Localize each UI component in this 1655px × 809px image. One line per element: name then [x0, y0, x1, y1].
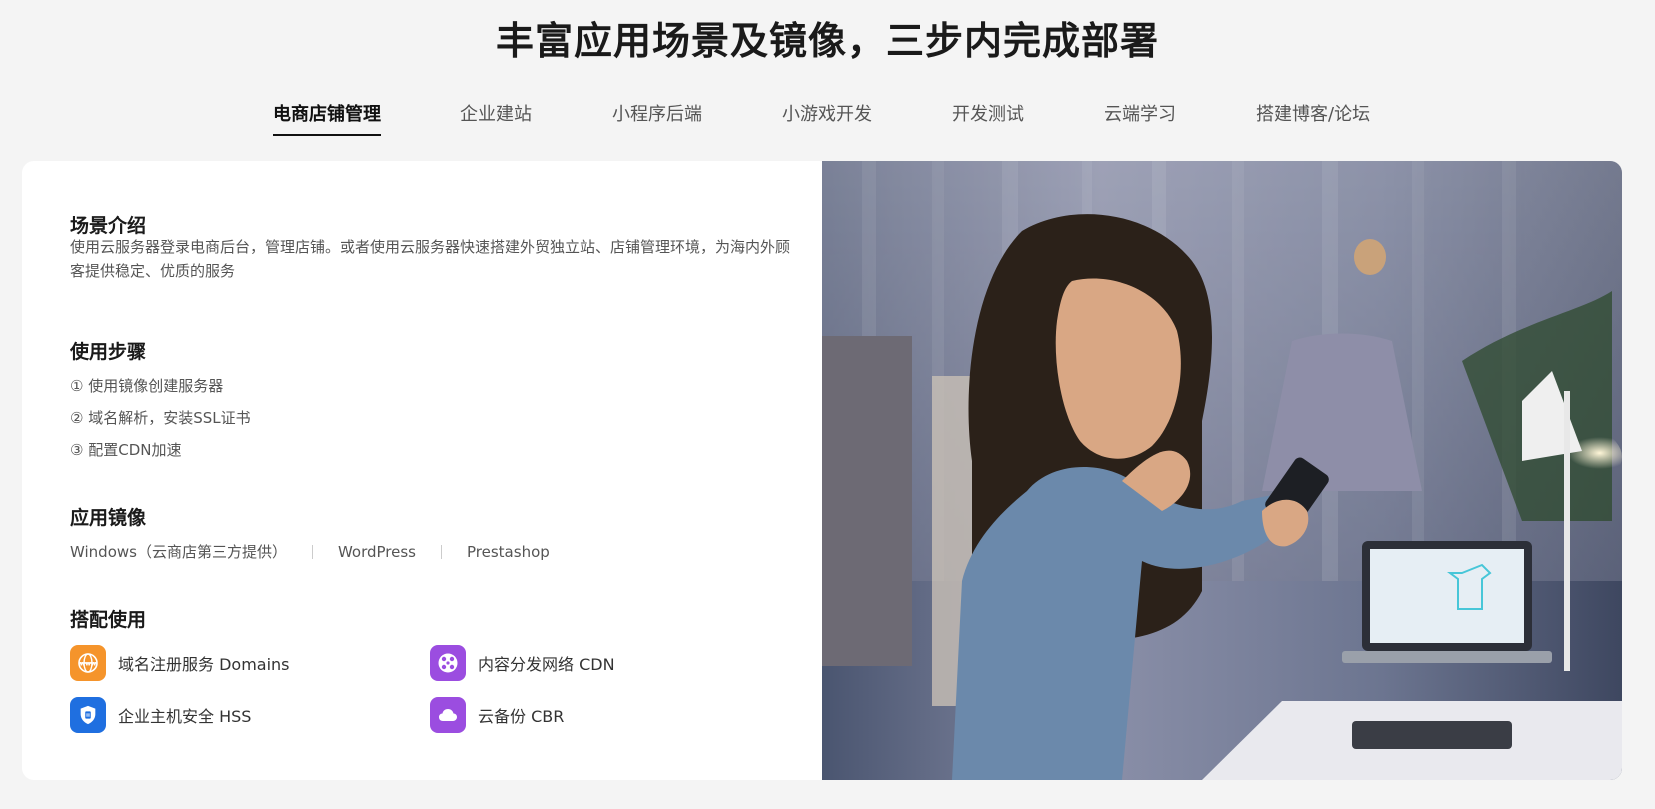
step-1: ① 使用镜像创建服务器	[70, 377, 224, 395]
globe-www-icon: www	[70, 645, 106, 681]
tab-ecommerce[interactable]: 电商店铺管理	[273, 100, 381, 136]
tab-cloud-learning[interactable]: 云端学习	[1104, 100, 1176, 136]
service-hss[interactable]: 企业主机安全 HSS	[70, 696, 251, 734]
tab-minigame-dev[interactable]: 小游戏开发	[782, 100, 872, 136]
combo-heading: 搭配使用	[70, 609, 147, 631]
tab-miniprogram-backend[interactable]: 小程序后端	[612, 100, 702, 136]
scenario-photo	[822, 161, 1622, 780]
scenario-tabs: 电商店铺管理 企业建站 小程序后端 小游戏开发 开发测试 云端学习 搭建博客/论…	[0, 100, 1655, 140]
shield-icon	[70, 697, 106, 733]
tab-dev-test[interactable]: 开发测试	[952, 100, 1024, 136]
service-cdn[interactable]: 内容分发网络 CDN	[430, 644, 615, 682]
cloud-backup-icon	[430, 697, 466, 733]
divider	[311, 545, 313, 559]
service-domains-label: 域名注册服务 Domains	[118, 655, 290, 674]
scenario-card: 场景介绍 使用云服务器登录电商后台，管理店铺。或者使用云服务器快速搭建外贸独立站…	[22, 161, 1622, 780]
tab-enterprise-site[interactable]: 企业建站	[460, 100, 532, 136]
mirror-windows[interactable]: Windows（云商店第三方提供）	[70, 541, 287, 562]
service-hss-label: 企业主机安全 HSS	[118, 707, 252, 726]
cdn-network-icon	[430, 645, 466, 681]
intro-text: 使用云服务器登录电商后台，管理店铺。或者使用云服务器快速搭建外贸独立站、店铺管理…	[70, 238, 791, 280]
service-cdn-label: 内容分发网络 CDN	[478, 655, 615, 674]
mirror-prestashop[interactable]: Prestashop	[467, 543, 550, 561]
svg-text:www: www	[80, 661, 97, 668]
mirror-wordpress[interactable]: WordPress	[338, 543, 416, 561]
service-cbr[interactable]: 云备份 CBR	[430, 696, 564, 734]
divider	[441, 545, 443, 559]
mirror-list: Windows（云商店第三方提供） WordPress Prestashop	[70, 541, 550, 562]
service-cbr-label: 云备份 CBR	[478, 707, 565, 726]
steps-heading: 使用步骤	[70, 341, 147, 363]
step-2: ② 域名解析，安装SSL证书	[70, 409, 251, 427]
service-domains[interactable]: www 域名注册服务 Domains	[70, 644, 290, 682]
intro-heading: 场景介绍	[70, 215, 147, 237]
page-title: 丰富应用场景及镜像，三步内完成部署	[495, 19, 1159, 63]
mirrors-heading: 应用镜像	[70, 507, 147, 529]
tab-blog-forum[interactable]: 搭建博客/论坛	[1256, 100, 1370, 136]
step-3: ③ 配置CDN加速	[70, 441, 182, 459]
scenario-details: 场景介绍 使用云服务器登录电商后台，管理店铺。或者使用云服务器快速搭建外贸独立站…	[22, 161, 822, 780]
